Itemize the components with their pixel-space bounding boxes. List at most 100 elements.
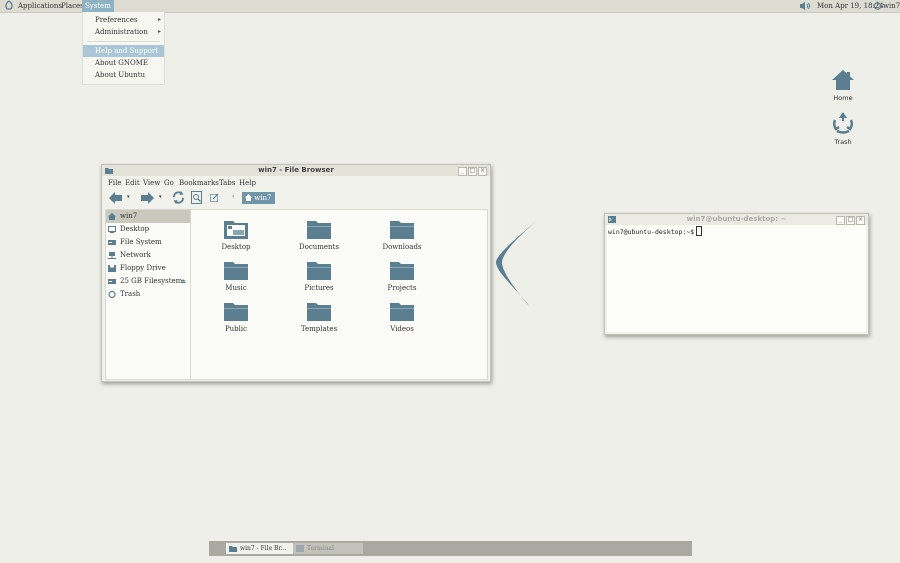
desktop-icon: [108, 226, 116, 233]
desktop-icon-label: Trash: [834, 138, 852, 146]
back-button[interactable]: [109, 192, 123, 206]
menu-item-label: Preferences: [95, 16, 138, 24]
reload-button[interactable]: [172, 191, 185, 206]
folder-icon: [224, 262, 248, 280]
menu-tabs[interactable]: Tabs: [219, 179, 235, 187]
back-history-dropdown[interactable]: ▾: [127, 194, 130, 200]
folder-public[interactable]: Public: [206, 301, 266, 333]
file-browser-window[interactable]: win7 - File Browser _ □ × File Edit View G…: [101, 164, 491, 382]
menu-item-administration[interactable]: Administration ▸: [83, 26, 164, 38]
edit-location-button[interactable]: [210, 193, 219, 204]
arrow-left-icon: [109, 192, 122, 204]
crumb-scroll-left[interactable]: ‹: [232, 193, 234, 200]
terminal-prompt: win7@ubuntu-desktop:~$: [608, 228, 695, 236]
zoom-button[interactable]: [191, 191, 203, 206]
sidebar-item-desktop[interactable]: Desktop: [106, 223, 190, 236]
home-icon: [108, 213, 116, 220]
minimize-button[interactable]: _: [836, 216, 845, 225]
file-browser-titlebar[interactable]: win7 - File Browser _ □ ×: [102, 165, 490, 176]
recycle-icon: [832, 112, 854, 134]
menu-item-about-ubuntu[interactable]: About Ubuntu: [83, 69, 164, 81]
folder-projects[interactable]: Projects: [372, 260, 432, 292]
menubar: File Edit View Go Bookmarks Tabs Help: [102, 176, 490, 188]
sidebar-item-label: 25 GB Filesystem: [120, 277, 183, 285]
folder-label: Pictures: [304, 284, 334, 292]
menu-bookmarks[interactable]: Bookmarks: [179, 179, 219, 187]
minimize-button[interactable]: _: [458, 167, 467, 176]
menu-item-label: Administration: [95, 28, 148, 36]
folder-label: Desktop: [221, 243, 251, 251]
location-crumb-label: win7: [254, 194, 272, 202]
menu-view[interactable]: View: [143, 179, 160, 187]
taskbar-button-file-browser[interactable]: win7 - File Br...: [226, 543, 300, 554]
maximize-button[interactable]: □: [846, 216, 855, 225]
sidebar-item-trash[interactable]: Trash: [106, 288, 190, 301]
folder-icon: [390, 221, 414, 239]
terminal-prompt-line: win7@ubuntu-desktop:~$: [608, 226, 703, 236]
menu-item-help-and-support[interactable]: Help and Support: [83, 45, 164, 57]
folder-label: Music: [225, 284, 247, 292]
sidebar-item-file-system[interactable]: File System: [106, 236, 190, 249]
folder-documents[interactable]: Documents: [289, 219, 349, 251]
menu-separator: [87, 41, 160, 42]
eject-icon[interactable]: ⏏: [180, 275, 186, 288]
folder-icon: [229, 546, 237, 552]
close-button[interactable]: ×: [478, 167, 487, 176]
folder-videos[interactable]: Videos: [372, 301, 432, 333]
forward-history-dropdown[interactable]: ▾: [159, 194, 162, 200]
ubuntu-logo-icon[interactable]: [4, 0, 14, 14]
menu-help[interactable]: Help: [239, 179, 256, 187]
folder-music[interactable]: Music: [206, 260, 266, 292]
terminal-titlebar[interactable]: win7@ubuntu-desktop: ~ _ □ ×: [605, 214, 868, 225]
sidebar-item-label: win7: [120, 212, 138, 220]
floppy-icon: [108, 265, 116, 272]
folder-templates[interactable]: Templates: [289, 301, 349, 333]
menu-file[interactable]: File: [108, 179, 121, 187]
menu-system[interactable]: System: [82, 0, 114, 12]
folder-label: Public: [224, 325, 248, 333]
arrow-right-icon: [141, 192, 154, 204]
terminal-icon: [296, 545, 304, 552]
close-button[interactable]: ×: [856, 216, 865, 225]
menu-item-about-gnome[interactable]: About GNOME: [83, 57, 164, 69]
sidebar-item-label: Trash: [120, 290, 141, 298]
sidebar-item-label: Desktop: [120, 225, 150, 233]
menu-edit[interactable]: Edit: [125, 179, 140, 187]
folder-label: Projects: [387, 284, 417, 292]
desktop-icon-home[interactable]: Home: [823, 68, 863, 102]
menu-item-preferences[interactable]: Preferences ▸: [83, 14, 164, 26]
folder-label: Videos: [390, 325, 414, 333]
taskbar-button-label: win7 - File Br...: [240, 545, 287, 552]
terminal-body[interactable]: win7@ubuntu-desktop:~$: [607, 225, 866, 332]
forward-button[interactable]: [140, 192, 154, 206]
zoom-icon: [191, 191, 202, 204]
power-icon[interactable]: [873, 1, 882, 12]
sidebar-item-network[interactable]: Network: [106, 249, 190, 262]
location-crumb-win7[interactable]: win7: [242, 192, 276, 204]
system-menu-dropdown: Preferences ▸ Administration ▸ Help and Su…: [82, 12, 165, 85]
menu-applications[interactable]: Applications: [16, 2, 64, 10]
menu-go[interactable]: Go: [164, 179, 174, 187]
sidebar-item-win7[interactable]: win7: [106, 210, 190, 223]
folder-desktop-icon: [224, 221, 248, 239]
volume-icon[interactable]: [799, 1, 811, 13]
terminal-cursor: [696, 226, 703, 236]
folder-pictures[interactable]: Pictures: [289, 260, 349, 292]
maximize-button[interactable]: □: [468, 167, 477, 176]
sidebar-item-25gb-filesystem[interactable]: 25 GB Filesystem ⏏: [106, 275, 190, 288]
desktop-icon-trash[interactable]: Trash: [823, 110, 863, 146]
folder-downloads[interactable]: Downloads: [372, 219, 432, 251]
folder-icon: [224, 303, 248, 321]
sidebar-item-label: File System: [120, 238, 162, 246]
taskbar-button-terminal[interactable]: Terminal: [293, 543, 363, 554]
terminal-window[interactable]: win7@ubuntu-desktop: ~ _ □ × win7@ubuntu-d…: [604, 213, 869, 335]
places-sidebar: win7 Desktop File System Network Floppy …: [105, 209, 191, 380]
user-name[interactable]: win7: [883, 2, 900, 10]
folder-icon: [307, 303, 331, 321]
window-title: win7 - File Browser: [258, 166, 334, 174]
sidebar-item-floppy-drive[interactable]: Floppy Drive: [106, 262, 190, 275]
folder-desktop[interactable]: Desktop: [206, 219, 266, 251]
submenu-arrow-icon: ▸: [157, 28, 161, 35]
network-icon: [108, 252, 116, 259]
folder-label: Templates: [300, 325, 338, 333]
